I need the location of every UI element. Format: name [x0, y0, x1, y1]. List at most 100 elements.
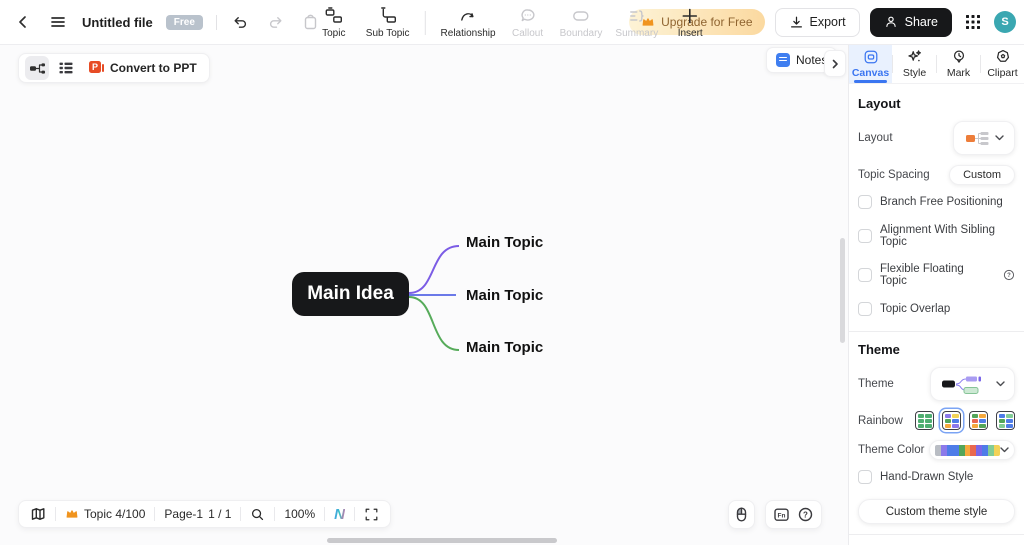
tool-sub-topic[interactable]: Sub Topic: [364, 6, 412, 39]
svg-text:?: ?: [1007, 273, 1011, 279]
avatar[interactable]: S: [994, 11, 1016, 33]
svg-text:?: ?: [803, 510, 808, 519]
checkbox[interactable]: [858, 470, 872, 484]
layout-section-heading: Layout: [858, 96, 901, 111]
status-bar: Topic 4/100 Page-1 1 / 1 100% N: [18, 500, 391, 528]
tool-summary[interactable]: Summary: [613, 7, 660, 39]
sparkle-icon: [907, 50, 921, 62]
theme-section-heading: Theme: [858, 342, 900, 357]
note-icon: [776, 53, 790, 67]
tool-callout[interactable]: Callout: [507, 7, 549, 39]
help-icon[interactable]: ?: [797, 506, 814, 523]
crown-icon: [66, 510, 78, 518]
canvas-icon: [864, 50, 877, 64]
search-icon[interactable]: [250, 507, 265, 522]
chevron-down-icon: [1000, 447, 1009, 453]
layout-dropdown[interactable]: [953, 121, 1015, 155]
theme-color-swatches: [935, 444, 1000, 456]
rainbow-option-3[interactable]: [969, 411, 988, 430]
checkbox[interactable]: [858, 268, 872, 282]
panel-tabs: Canvas Style Mark Clipart: [849, 45, 1024, 84]
tool-relationship[interactable]: Relationship: [439, 7, 498, 39]
outline-view-icon[interactable]: [54, 56, 78, 80]
tab-mark[interactable]: Mark: [937, 45, 980, 83]
checkbox-branch-free-positioning[interactable]: Branch Free Positioning: [858, 195, 1015, 209]
format-panel: Canvas Style Mark Clipart Layout Layout: [848, 45, 1024, 545]
zoom-level[interactable]: 100%: [284, 507, 315, 521]
checkbox-alignment-sibling-topic[interactable]: Alignment With Sibling Topic: [858, 224, 1015, 248]
view-toolbar: P Convert to PPT: [18, 53, 210, 83]
topic-spacing-label: Topic Spacing: [858, 169, 930, 181]
app-window: Untitled file Free Topic Sub Topic Relat…: [0, 0, 1024, 545]
export-button[interactable]: Export: [774, 7, 860, 37]
rainbow-option-1[interactable]: [915, 411, 934, 430]
tool-boundary[interactable]: Boundary: [558, 7, 605, 39]
tool-topic[interactable]: Topic: [313, 6, 355, 39]
branch-line-bottom: [408, 296, 460, 351]
rainbow-options: [915, 411, 1015, 430]
main-topic-node[interactable]: Main Topic: [466, 233, 543, 253]
download-icon: [790, 16, 802, 28]
tool-group: Topic Sub Topic Relationship Callout Bou…: [313, 0, 711, 45]
back-icon[interactable]: [12, 11, 34, 33]
rainbow-option-4[interactable]: [996, 411, 1015, 430]
theme-preview-icon: [942, 376, 981, 394]
theme-label: Theme: [858, 378, 894, 390]
fullscreen-icon[interactable]: [364, 507, 379, 522]
main-topic-node[interactable]: Main Topic: [466, 286, 543, 306]
undo-icon[interactable]: [230, 11, 252, 33]
menu-icon[interactable]: [47, 11, 69, 33]
fn-shortcuts-icon[interactable]: Fn: [773, 506, 790, 523]
tab-style[interactable]: Style: [893, 45, 936, 83]
mindmap-canvas[interactable]: Main Idea Main Topic Main Topic Main Top…: [0, 45, 848, 545]
topic-counter[interactable]: Topic 4/100: [65, 507, 145, 521]
layout-preview-icon: [965, 131, 988, 145]
redo-icon[interactable]: [265, 11, 287, 33]
chevron-down-icon: [994, 135, 1004, 141]
minimap-icon[interactable]: [30, 506, 46, 522]
divider: [424, 10, 426, 35]
theme-dropdown[interactable]: [930, 367, 1015, 401]
plan-badge: Free: [165, 14, 203, 30]
apps-grid-icon[interactable]: [962, 11, 984, 33]
mouse-mode-button[interactable]: [728, 500, 755, 529]
divider: [849, 534, 1024, 535]
main-topic-node[interactable]: Main Topic: [466, 338, 543, 358]
custom-theme-style-button[interactable]: Custom theme style: [858, 499, 1015, 524]
mindmap-view-icon[interactable]: [25, 56, 49, 80]
divider: [215, 14, 217, 30]
clipart-badge-icon: [996, 49, 1009, 62]
chevron-down-icon: [996, 381, 1005, 387]
checkbox-hand-drawn-style[interactable]: Hand-Drawn Style: [858, 470, 1015, 484]
theme-color-label: Theme Color: [858, 444, 925, 456]
powerpoint-icon: P: [89, 61, 104, 75]
horizontal-scrollbar[interactable]: [327, 538, 557, 543]
share-button[interactable]: Share: [869, 7, 952, 37]
checkbox-flexible-floating-topic[interactable]: Flexible Floating Topic ?: [858, 263, 1015, 287]
panel-collapse-icon[interactable]: [824, 50, 846, 77]
mark-pin-icon: [953, 50, 964, 63]
checkbox-topic-overlap[interactable]: Topic Overlap: [858, 302, 1015, 316]
checkbox[interactable]: [858, 302, 872, 316]
rainbow-option-2[interactable]: [942, 411, 961, 430]
help-icon[interactable]: ?: [1003, 269, 1015, 281]
topic-spacing-custom-button[interactable]: Custom: [949, 165, 1015, 185]
page-selector[interactable]: Page-1 1 / 1: [164, 507, 231, 521]
theme-color-dropdown[interactable]: [929, 440, 1015, 460]
divider: [849, 331, 1024, 332]
file-title[interactable]: Untitled file: [82, 15, 153, 30]
tab-canvas[interactable]: Canvas: [849, 45, 892, 83]
checkbox[interactable]: [858, 195, 872, 209]
rainbow-label: Rainbow: [858, 414, 903, 427]
convert-to-ppt-button[interactable]: P Convert to PPT: [83, 61, 203, 75]
layout-label: Layout: [858, 132, 893, 144]
vertical-scrollbar[interactable]: [840, 238, 845, 343]
root-topic-node[interactable]: Main Idea: [292, 272, 409, 316]
svg-text:Fn: Fn: [778, 512, 786, 519]
tool-insert[interactable]: Insert: [669, 7, 711, 39]
mouse-icon: [736, 507, 747, 522]
top-toolbar: Untitled file Free Topic Sub Topic Relat…: [0, 0, 1024, 45]
tab-clipart[interactable]: Clipart: [981, 45, 1024, 83]
brand-logo-icon[interactable]: N: [334, 507, 345, 522]
checkbox[interactable]: [858, 229, 872, 243]
